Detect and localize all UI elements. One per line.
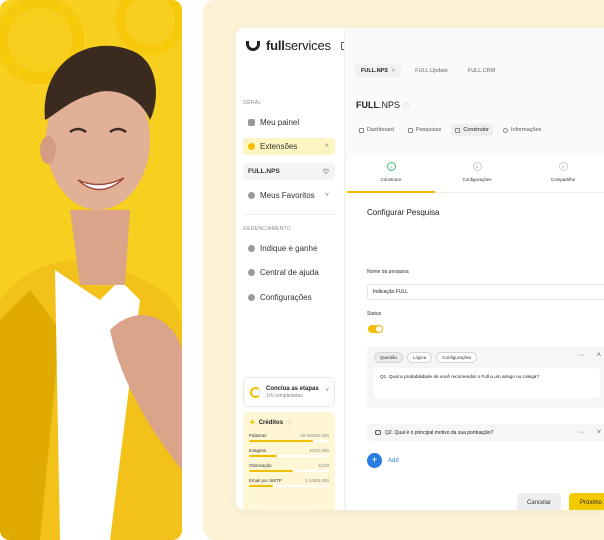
chevron-up-icon: ˄: [324, 143, 329, 150]
dashboard-icon: [248, 119, 255, 126]
tab-full-nps[interactable]: FULL.NPS ×: [355, 64, 402, 78]
page-title: FULL.NPS ⓘ: [356, 100, 410, 110]
info-icon: [503, 127, 508, 133]
sidebar: GERAL Meu painel Extensões ˄ FULL.NPS ♡ …: [236, 64, 344, 510]
sidebar-item-full-nps[interactable]: FULL.NPS ♡: [243, 163, 335, 180]
section-label-management: GERENCIAMENTO: [243, 226, 291, 232]
cancel-button[interactable]: Cancelar: [517, 493, 561, 510]
more-icon[interactable]: ···: [578, 429, 585, 436]
question-card-q1: Questão Lógica Configurações ··· ˄ Q1. Q…: [367, 346, 604, 408]
sidebar-item-referral[interactable]: Indique e ganhe: [243, 240, 335, 257]
chevron-up-icon[interactable]: ˄: [597, 352, 601, 359]
sidebar-item-favorites[interactable]: Meus Favoritos ˅: [243, 187, 335, 204]
sidebar-item-label: Central de ajuda: [260, 268, 319, 277]
app-window: fullservices GERAL Meu painel Extensões …: [236, 28, 604, 510]
main-content: FULL.NPS × FULL.Update FULL.CRM FULL.NPS ⓘ…: [344, 28, 604, 510]
subnav: Dashboard Pesquisas Construtor Informaçõ…: [355, 124, 545, 136]
sparkle-icon: ✦: [249, 418, 256, 427]
sidebar-item-label: FULL.NPS: [248, 168, 280, 175]
question-actions: ··· ˄: [578, 352, 601, 359]
credits-title: ✦ Créditos ⓘ: [249, 418, 293, 427]
subnav-surveys[interactable]: Pesquisas: [404, 124, 445, 136]
chat-icon: [375, 430, 381, 435]
sidebar-item-label: Indique e ganhe: [260, 244, 318, 253]
tab-full-crm[interactable]: FULL.CRM: [462, 64, 502, 78]
add-question-button[interactable]: + Add: [367, 453, 399, 468]
stage: fullservices GERAL Meu painel Extensões …: [0, 0, 604, 540]
subnav-builder[interactable]: Construtor: [451, 124, 493, 136]
chevron-down-icon: ˅: [325, 388, 329, 394]
steps-title: Conclua as etapas: [266, 385, 319, 392]
wizard-step-settings[interactable]: 2 Configurações: [437, 162, 517, 182]
survey-name-input[interactable]: Indicação FULL: [367, 284, 604, 300]
question-actions: ··· ˅: [578, 429, 601, 436]
credits-card: ✦ Créditos ⓘ Palavras 40.000/50.000 Image…: [243, 412, 335, 510]
heart-icon[interactable]: ♡: [323, 168, 329, 176]
dashboard-icon: [359, 127, 364, 133]
credit-row-words: Palavras 40.000/50.000: [249, 433, 329, 442]
hero-photo: [0, 0, 182, 540]
list-icon: [407, 127, 413, 133]
credit-row-smtp: Email por SMTP 1.400/5.000: [249, 478, 329, 487]
heart-filled-icon: [248, 192, 255, 199]
sidebar-item-label: Meu painel: [260, 118, 300, 127]
sidebar-item-label: Configurações: [260, 293, 312, 302]
gear-icon: [248, 294, 255, 301]
extension-tabs: FULL.NPS × FULL.Update FULL.CRM: [355, 64, 501, 78]
wizard-step-builder[interactable]: 1 Construtor: [351, 162, 431, 182]
next-button[interactable]: Próximo: [569, 493, 604, 510]
builder-card: 1 Construtor 2 Configurações 3 Compartil…: [347, 156, 604, 510]
pill-logic[interactable]: Lógica: [407, 352, 433, 363]
sidebar-item-settings[interactable]: Configurações: [243, 289, 335, 306]
section-label-general: GERAL: [243, 100, 262, 106]
more-icon[interactable]: ···: [578, 352, 585, 359]
extensions-icon: [248, 143, 255, 150]
help-icon: [248, 269, 255, 276]
form-title: Configurar Pesquisa: [367, 208, 440, 217]
pill-question[interactable]: Questão: [374, 352, 404, 363]
wizard-step-share[interactable]: 3 Compartilhe: [523, 162, 603, 182]
credit-row-optimization: Otimização 11/20: [249, 463, 329, 472]
credit-progress-bar: [249, 485, 329, 487]
question-row: Q2. Qual é o principal motivo da sua pon…: [367, 424, 604, 441]
survey-name-label: Nome da pesquisa: [367, 269, 409, 275]
builder-icon: [455, 127, 461, 133]
sidebar-item-label: Extensões: [260, 142, 298, 151]
pill-settings[interactable]: Configurações: [436, 352, 478, 363]
credit-row-images: Imagens 100/1.000: [249, 448, 329, 457]
chevron-down-icon: ˅: [324, 192, 329, 199]
tab-full-update[interactable]: FULL.Update: [409, 64, 454, 78]
status-label: Status: [367, 311, 382, 317]
sidebar-item-help[interactable]: Central de ajuda: [243, 264, 335, 281]
status-toggle[interactable]: [368, 325, 383, 333]
subnav-dashboard[interactable]: Dashboard: [355, 124, 398, 136]
credit-progress-bar: [249, 455, 329, 457]
progress-ring-icon: [250, 386, 261, 398]
divider: [243, 214, 335, 215]
sidebar-item-label: Meus Favoritos: [260, 191, 315, 200]
question-tabs: Questão Lógica Configurações: [374, 352, 478, 363]
info-icon[interactable]: ⓘ: [403, 104, 409, 110]
question-text[interactable]: Q1. Qual a probabilidade de você recomen…: [374, 368, 600, 398]
sidebar-item-dashboard[interactable]: Meu painel: [243, 114, 335, 131]
question-text: Q2. Qual é o principal motivo da sua pon…: [385, 429, 494, 436]
wizard-steps: 1 Construtor 2 Configurações 3 Compartil…: [347, 162, 604, 193]
brand-logo[interactable]: fullservices: [246, 38, 351, 53]
wizard-progress-line: [347, 191, 604, 193]
brand-name: fullservices: [266, 38, 331, 53]
subnav-info[interactable]: Informações: [499, 124, 545, 136]
question-card-q2[interactable]: Q2. Qual é o principal motivo da sua pon…: [367, 424, 604, 441]
onboarding-steps-card[interactable]: Conclua as etapas 1/4 completadas ˅: [243, 377, 335, 407]
close-icon[interactable]: ×: [392, 68, 395, 74]
sidebar-item-extensions[interactable]: Extensões ˄: [243, 138, 335, 155]
chevron-down-icon[interactable]: ˅: [597, 429, 601, 436]
steps-subtitle: 1/4 completadas: [266, 392, 303, 399]
brand-mark-icon: [246, 40, 260, 51]
info-icon[interactable]: ⓘ: [286, 418, 292, 427]
credit-progress-bar: [249, 470, 329, 472]
gift-icon: [248, 245, 255, 252]
plus-icon: +: [367, 453, 382, 468]
credit-progress-bar: [249, 440, 329, 442]
